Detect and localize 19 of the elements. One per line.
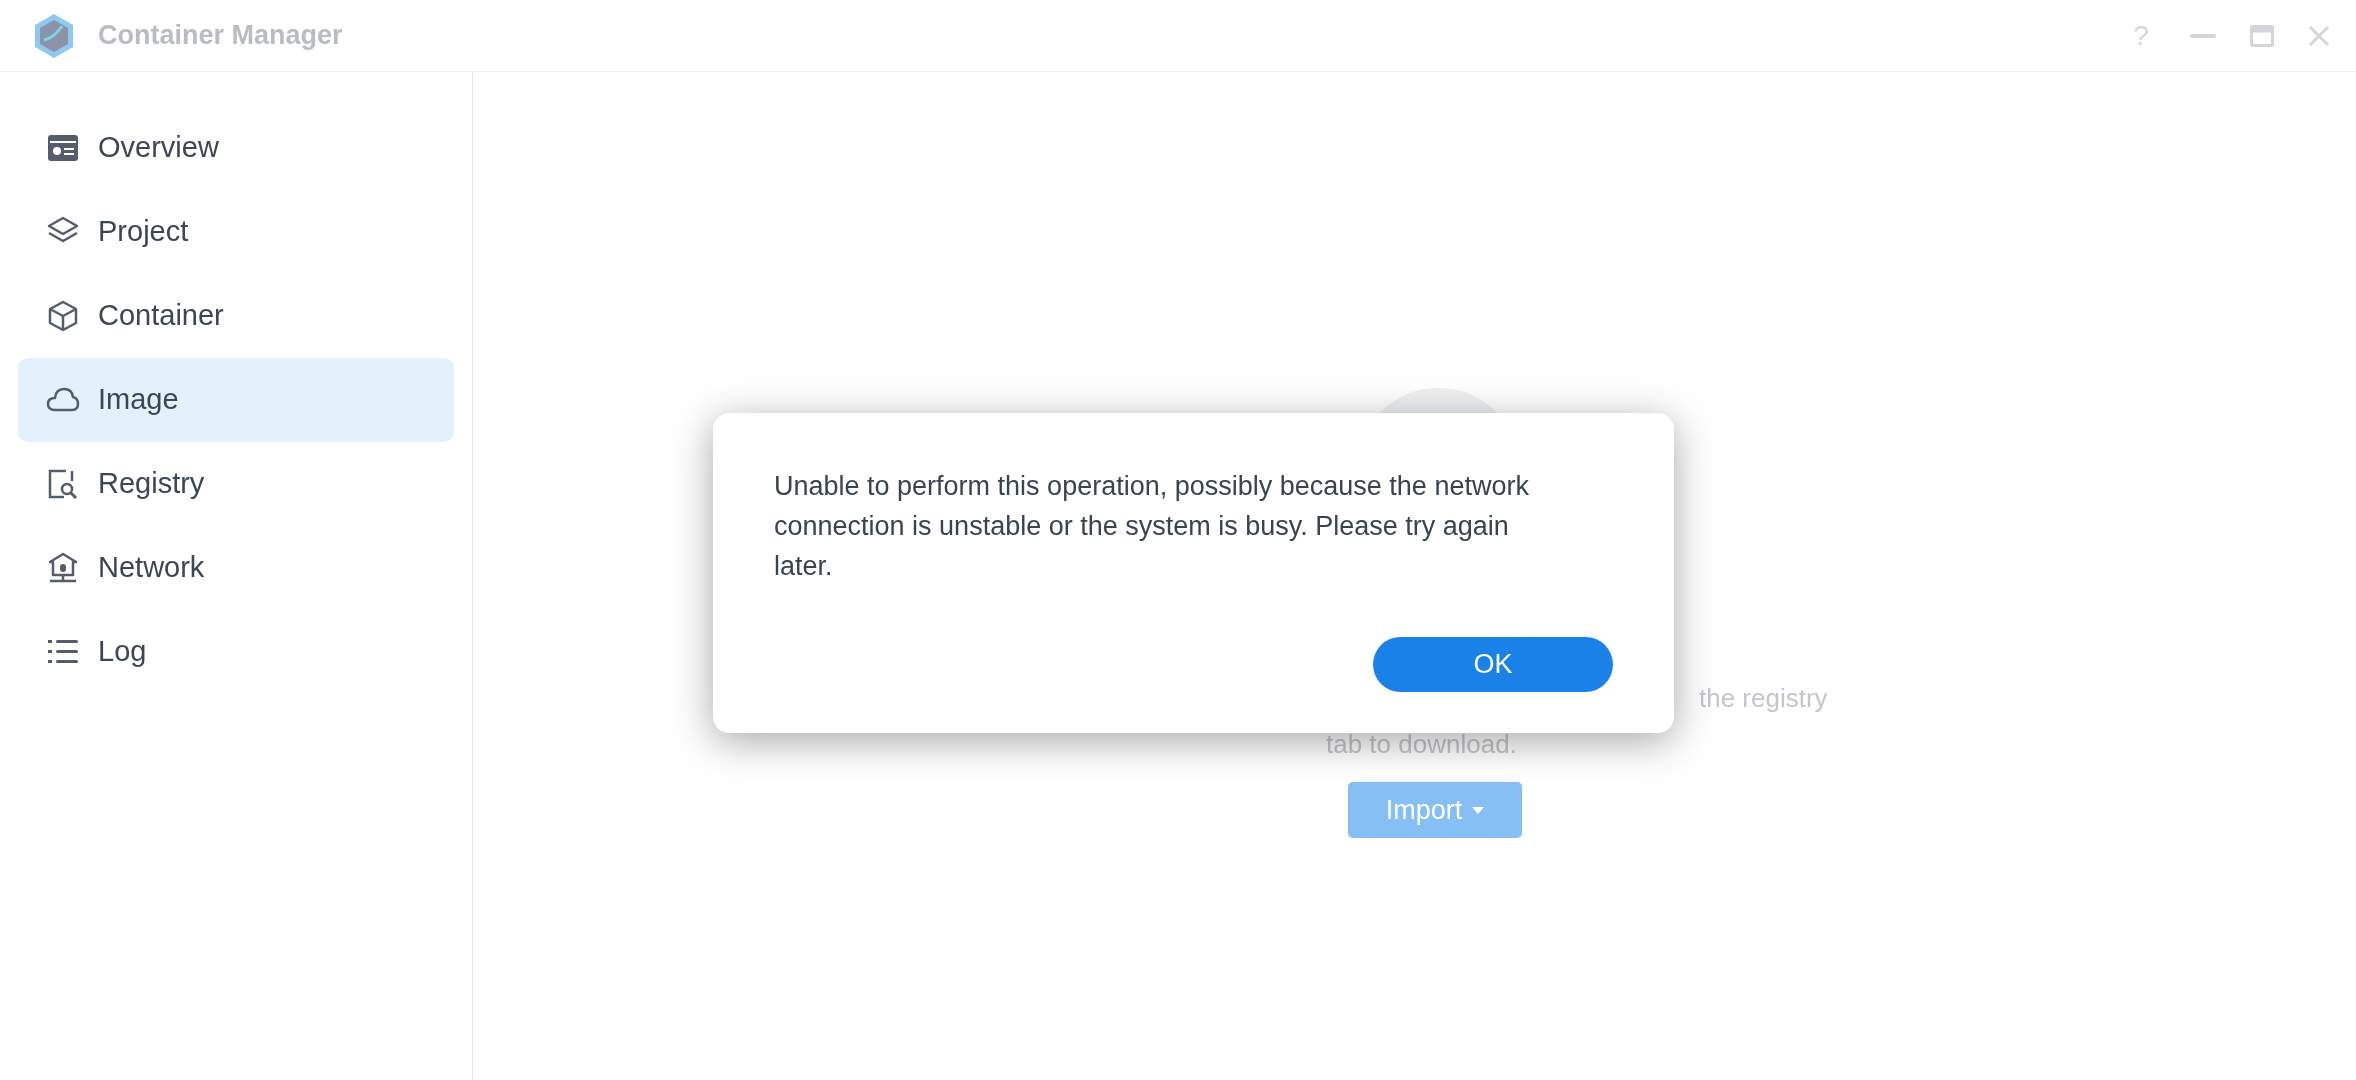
empty-state-text: the registry (1699, 682, 1829, 714)
ok-button[interactable]: OK (1373, 637, 1613, 692)
app-logo-icon (32, 11, 76, 60)
sidebar-item[interactable]: Log (18, 610, 454, 694)
magnifier-page-icon (46, 467, 80, 501)
cube-icon (46, 299, 80, 333)
network-house-icon (46, 551, 80, 585)
dialog-message: Unable to perform this operation, possibly because the network connection is unstable or the system is busy. Please try again later. (774, 470, 1530, 583)
window-title: Container Manager (98, 19, 343, 53)
minimize-icon[interactable] (2190, 32, 2216, 39)
sidebar-item[interactable]: Container (18, 274, 454, 358)
caret-icon (1472, 806, 1485, 814)
sidebar-item[interactable]: Registry (18, 442, 454, 526)
maximize-icon[interactable] (2250, 24, 2274, 47)
sidebar-item[interactable]: Project (18, 190, 454, 274)
sidebar-item[interactable]: Image (18, 358, 454, 442)
sidebar-item[interactable]: Overview (18, 106, 454, 190)
sidebar-item[interactable]: Network (18, 526, 454, 610)
close-icon[interactable] (2308, 24, 2330, 47)
